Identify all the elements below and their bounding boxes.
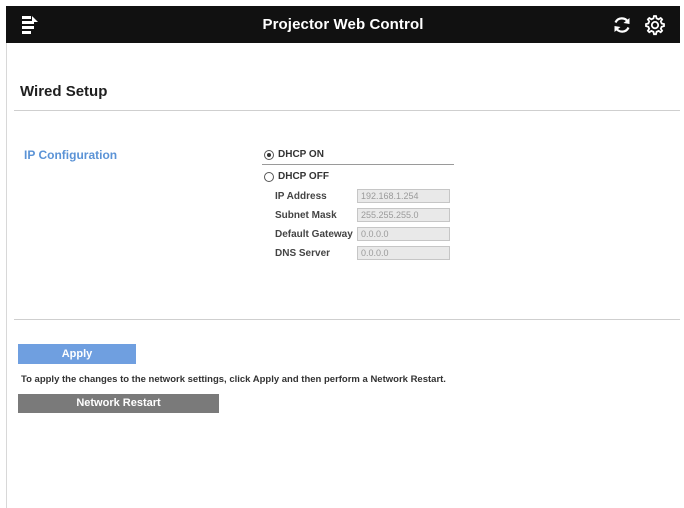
title-divider <box>14 110 680 111</box>
section-divider <box>14 319 680 320</box>
dhcp-on-label: DHCP ON <box>278 149 324 160</box>
apply-button[interactable]: Apply <box>18 344 136 364</box>
dns-server-field[interactable]: 0.0.0.0 <box>357 246 450 260</box>
apply-hint-text: To apply the changes to the network sett… <box>21 374 446 385</box>
page-title: Wired Setup <box>20 83 108 100</box>
dhcp-on-radio[interactable]: DHCP ON <box>264 149 324 160</box>
refresh-icon[interactable] <box>611 14 633 36</box>
page-frame <box>6 6 683 508</box>
top-bar: Projector Web Control <box>6 6 680 43</box>
subnet-mask-label: Subnet Mask <box>275 210 337 221</box>
ip-address-field[interactable]: 192.168.1.254 <box>357 189 450 203</box>
gear-icon[interactable] <box>644 14 666 36</box>
dns-server-label: DNS Server <box>275 248 331 259</box>
network-restart-button[interactable]: Network Restart <box>18 394 219 413</box>
subnet-mask-field[interactable]: 255.255.255.0 <box>357 208 450 222</box>
ip-address-label: IP Address <box>275 191 327 202</box>
default-gateway-label: Default Gateway <box>275 229 353 240</box>
dhcp-off-radio[interactable]: DHCP OFF <box>264 171 329 182</box>
dhcp-off-label: DHCP OFF <box>278 171 329 182</box>
radio-checked-icon[interactable] <box>264 149 274 160</box>
app-title: Projector Web Control <box>262 16 424 33</box>
default-gateway-field[interactable]: 0.0.0.0 <box>357 227 450 241</box>
radio-divider <box>262 164 454 165</box>
radio-unchecked-icon[interactable] <box>264 171 274 182</box>
ip-configuration-label: IP Configuration <box>24 148 118 162</box>
